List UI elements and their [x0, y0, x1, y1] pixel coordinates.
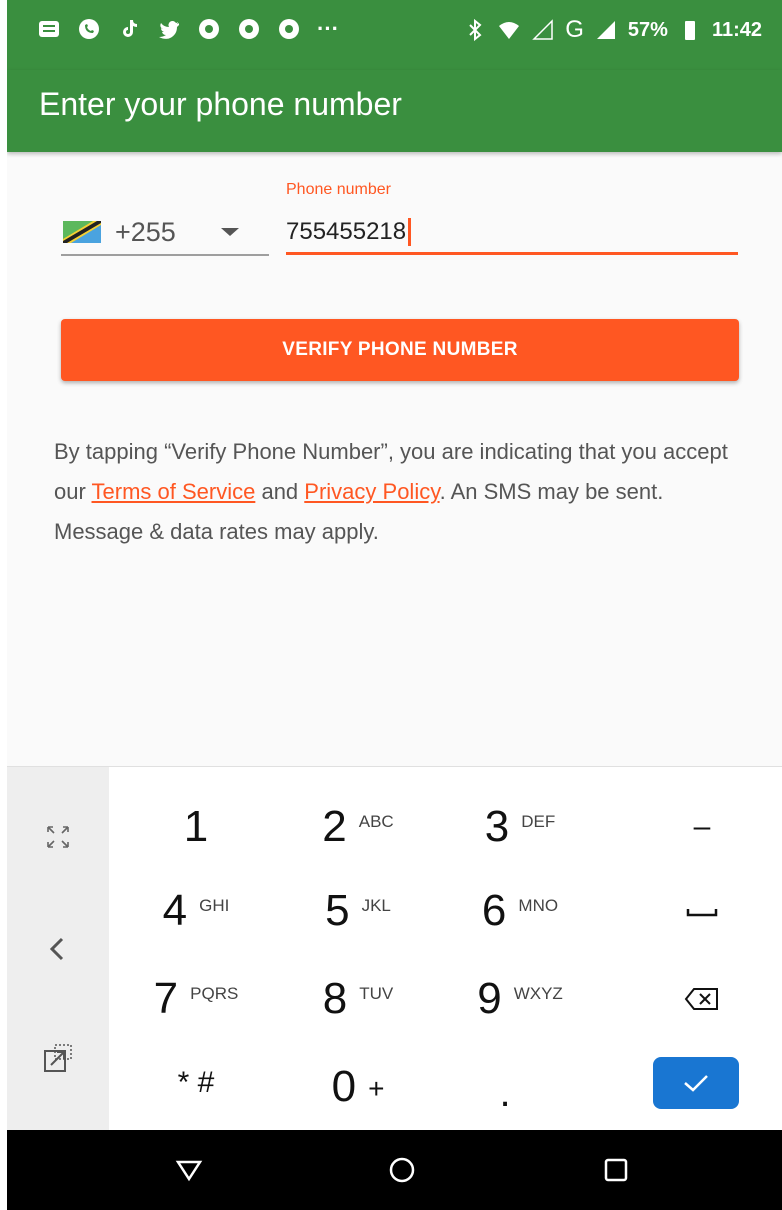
network-type: G	[565, 16, 584, 43]
verify-phone-number-button[interactable]: VERIFY PHONE NUMBER	[61, 319, 739, 381]
back-button[interactable]	[167, 1148, 211, 1192]
app-bar: Enter your phone number	[7, 70, 782, 152]
key-digit: 0	[331, 1062, 357, 1111]
floating-keyboard-button[interactable]	[7, 1029, 109, 1089]
notification-icons: ···	[37, 16, 339, 42]
key-letters: GHI	[199, 896, 230, 915]
phone-number-value: 755455218	[286, 218, 407, 245]
signal-icon	[531, 18, 555, 42]
wifi-icon	[497, 18, 521, 42]
key-letters: +	[368, 1073, 385, 1104]
key-letters: ABC	[358, 812, 394, 831]
chevron-down-icon	[221, 228, 239, 236]
whatsapp-icon	[77, 17, 101, 41]
chevron-left-icon	[49, 937, 64, 961]
signal-icon	[594, 18, 618, 42]
key-letters: TUV	[359, 984, 394, 1003]
checkmark-icon	[684, 1075, 708, 1092]
keyboard-side-panel	[7, 767, 109, 1131]
key-letters: DEF	[521, 812, 556, 831]
key-backspace[interactable]	[623, 959, 781, 1039]
chrome-icon	[197, 17, 221, 41]
space-icon	[686, 909, 718, 917]
privacy-policy-link[interactable]: Privacy Policy	[304, 479, 439, 504]
backspace-icon	[684, 988, 718, 1010]
key-digit: 2	[322, 802, 347, 851]
phone-number-label: Phone number	[286, 181, 391, 198]
key-7[interactable]: 7 PQRS	[117, 959, 275, 1039]
period-symbol: .	[499, 1070, 511, 1115]
battery-icon	[678, 18, 702, 42]
minus-symbol: –	[693, 810, 711, 843]
key-3[interactable]: 3 DEF	[441, 787, 599, 867]
recents-square-icon	[604, 1158, 628, 1182]
key-digit: 7	[153, 974, 179, 1023]
tanzania-flag-icon	[63, 221, 101, 243]
key-letters: MNO	[518, 896, 559, 915]
terms-and: and	[255, 479, 305, 504]
key-digit: 9	[477, 974, 502, 1023]
recents-button[interactable]	[594, 1148, 638, 1192]
chrome-icon	[277, 17, 301, 41]
enter-button[interactable]	[653, 1057, 739, 1109]
key-0[interactable]: 0 +	[279, 1047, 437, 1127]
key-digit: 8	[322, 974, 348, 1023]
key-digit: 5	[325, 886, 350, 935]
twitter-icon	[157, 17, 181, 41]
key-1[interactable]: 1	[117, 787, 275, 867]
key-8[interactable]: 8 TUV	[279, 959, 437, 1039]
terms-of-service-link[interactable]: Terms of Service	[92, 479, 256, 504]
home-button[interactable]	[380, 1148, 424, 1192]
key-5[interactable]: 5 JKL	[279, 871, 437, 951]
key-6[interactable]: 6 MNO	[441, 871, 599, 951]
message-notification-icon	[37, 17, 61, 41]
system-status: G 57% 11:42	[463, 16, 762, 44]
home-circle-icon	[389, 1157, 415, 1183]
screen: ··· G 57% 11:42 Enter your phone number …	[7, 0, 782, 1210]
key-4[interactable]: 4 GHI	[117, 871, 275, 951]
key-2[interactable]: 2 ABC	[279, 787, 437, 867]
text-cursor	[408, 218, 412, 246]
key-digit: 1	[183, 802, 209, 851]
expand-keyboard-button[interactable]	[7, 807, 109, 867]
key-space[interactable]	[623, 871, 781, 951]
navigation-bar	[7, 1130, 782, 1210]
key-9[interactable]: 9 WXYZ	[441, 959, 599, 1039]
bluetooth-icon	[463, 18, 487, 42]
phone-number-input[interactable]: 755455218	[286, 212, 738, 255]
battery-percent: 57%	[627, 18, 668, 41]
key-digit: 3	[484, 802, 510, 851]
key-letters: WXYZ	[513, 984, 563, 1003]
key-star-hash[interactable]: * #	[117, 1043, 275, 1123]
expand-icon	[47, 826, 69, 848]
back-triangle-icon	[175, 1160, 203, 1182]
tiktok-icon	[117, 17, 141, 41]
page-title: Enter your phone number	[39, 86, 402, 122]
country-code-value: +255	[115, 216, 176, 247]
key-digit: 4	[162, 886, 188, 935]
country-code-dropdown[interactable]: +255	[61, 210, 269, 256]
back-arrow-button[interactable]	[7, 919, 109, 979]
more-notifications: ···	[317, 16, 339, 41]
terms-text: By tapping “Verify Phone Number”, you ar…	[54, 432, 744, 552]
star-hash-symbol: * #	[177, 1066, 215, 1099]
key-minus[interactable]: –	[623, 787, 781, 867]
chrome-icon	[237, 17, 261, 41]
clock: 11:42	[711, 18, 762, 41]
key-digit: 6	[481, 886, 507, 935]
numeric-keyboard: 1 2 ABC 3 DEF – 4 GHI 5 JKL 6 MNO 7 PQRS…	[7, 766, 782, 1131]
key-letters: PQRS	[190, 984, 239, 1003]
status-bar: ··· G 57% 11:42	[7, 0, 782, 70]
key-period[interactable]: .	[441, 1053, 599, 1133]
floating-keyboard-icon	[44, 1044, 72, 1072]
key-letters: JKL	[361, 896, 391, 915]
